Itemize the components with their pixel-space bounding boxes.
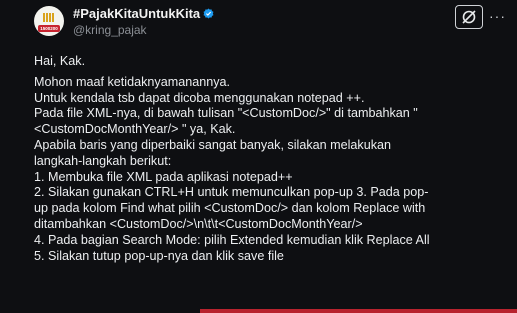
tweet-line: langkah-langkah berikut:: [34, 153, 172, 168]
grok-button[interactable]: [455, 5, 483, 29]
display-name[interactable]: #PajakKitaUntukKita: [73, 6, 200, 21]
verified-badge-icon: [203, 8, 214, 19]
display-name-row[interactable]: #PajakKitaUntukKita: [73, 6, 214, 21]
tweet-line: Pada file XML-nya, di bawah tulisan "<Cu…: [34, 106, 418, 121]
tweet-line: 5. Silakan tutup pop-up-nya dan klik sav…: [34, 248, 284, 263]
tweet-line: 2. Silakan gunakan CTRL+H untuk memuncul…: [34, 185, 429, 200]
grok-icon: [462, 10, 476, 24]
tweet-line: Untuk kendala tsb dapat dicoba menggunak…: [34, 90, 365, 105]
avatar[interactable]: 1500200: [34, 6, 64, 36]
avatar-logo-text: 1500200: [38, 24, 60, 32]
user-handle[interactable]: @kring_pajak: [73, 23, 147, 37]
tweet-line: 4. Pada bagian Search Mode: pilih Extend…: [34, 232, 430, 247]
tweet-text: Hai, Kak. Mohon maaf ketidaknyamanannya.…: [34, 54, 514, 264]
tweet-line: 1. Membuka file XML pada aplikasi notepa…: [34, 169, 293, 184]
more-icon[interactable]: ···: [489, 8, 506, 24]
tweet-card: 1500200 #PajakKitaUntukKita @kring_pajak…: [0, 0, 517, 313]
accent-bar: [200, 309, 517, 313]
tweet-greeting: Hai, Kak.: [34, 54, 86, 68]
logo-bars: [43, 13, 55, 22]
tweet-line: Mohon maaf ketidaknyamanannya.: [34, 74, 231, 89]
tweet-line: ditambahkan <CustomDoc/>\n\t\t<CustomDoc…: [34, 216, 363, 231]
tweet-line: <CustomDocMonthYear/> " ya, Kak.: [34, 122, 236, 137]
tweet-line: up pada kolom Find what pilih <CustomDoc…: [34, 201, 426, 216]
tweet-line: Apabila baris yang diperbaiki sangat ban…: [34, 137, 392, 152]
